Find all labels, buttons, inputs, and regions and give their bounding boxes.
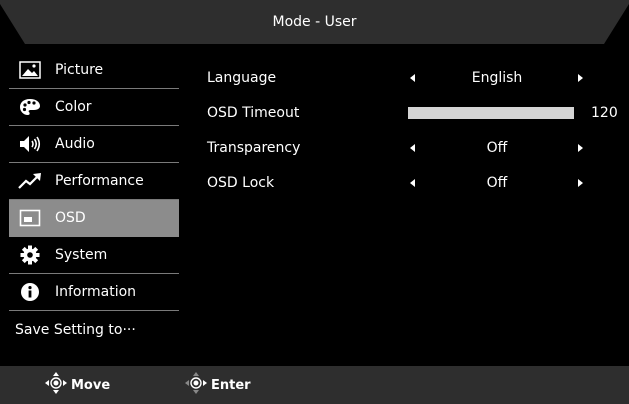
sidebar-item-label: Performance (55, 173, 144, 189)
move-label: Move (71, 377, 111, 393)
arrow-right-icon[interactable] (578, 143, 583, 152)
osd-window-icon (17, 207, 43, 229)
sidebar-item-label: OSD (55, 210, 86, 226)
setting-label: OSD Timeout (207, 104, 300, 121)
sidebar-item-label: Color (55, 99, 92, 115)
sidebar-item-performance[interactable]: Performance (9, 163, 179, 200)
save-setting-button[interactable]: Save Setting to··· (9, 311, 179, 348)
slider-value: 120 (591, 104, 618, 121)
slider-fill (408, 106, 574, 119)
palette-icon (17, 96, 43, 118)
footer-move-hint: Move (44, 366, 110, 404)
setting-row-language[interactable]: Language English (207, 60, 617, 95)
gear-icon (17, 244, 43, 266)
settings-panel: Language English OSD Timeout 120 Transpa… (207, 60, 618, 200)
setting-row-osd-timeout[interactable]: OSD Timeout 120 (207, 95, 618, 130)
setting-label: Language (207, 69, 277, 86)
setting-value: Off (486, 139, 508, 156)
setting-label: Transparency (207, 139, 301, 156)
sidebar-item-label: Picture (55, 62, 104, 78)
osd-menu: Mode - User Picture Color Audio Performa… (0, 0, 629, 404)
setting-label: OSD Lock (207, 174, 275, 191)
mode-title: Mode - User (272, 14, 357, 30)
sidebar-item-label: System (55, 247, 108, 263)
header-bar: Mode - User (0, 0, 629, 44)
arrow-left-icon[interactable] (410, 73, 415, 82)
save-setting-label: Save Setting to··· (15, 321, 136, 338)
footer-enter-hint: Enter (184, 366, 251, 404)
sidebar-item-label: Audio (55, 136, 95, 152)
arrow-right-icon[interactable] (578, 178, 583, 187)
sidebar-item-picture[interactable]: Picture (9, 52, 179, 89)
enter-button-icon (184, 371, 208, 399)
arrow-left-icon[interactable] (410, 143, 415, 152)
setting-value: Off (486, 174, 508, 191)
footer-bar: Move Enter (0, 366, 629, 404)
four-way-nav-icon (44, 371, 68, 399)
speaker-icon (17, 133, 43, 155)
setting-row-osd-lock[interactable]: OSD Lock Off (207, 165, 617, 200)
info-icon (17, 281, 43, 303)
setting-row-transparency[interactable]: Transparency Off (207, 130, 617, 165)
osd-timeout-slider[interactable] (408, 106, 574, 119)
sidebar: Picture Color Audio Performance OSD Syst… (9, 52, 179, 348)
setting-value: English (471, 69, 523, 86)
sidebar-item-osd[interactable]: OSD (9, 200, 179, 237)
sidebar-item-information[interactable]: Information (9, 274, 179, 311)
sidebar-item-label: Information (55, 284, 137, 300)
sidebar-item-system[interactable]: System (9, 237, 179, 274)
trend-arrow-icon (17, 170, 43, 192)
enter-label: Enter (211, 377, 251, 393)
picture-icon (17, 59, 43, 81)
sidebar-item-color[interactable]: Color (9, 89, 179, 126)
arrow-right-icon[interactable] (578, 73, 583, 82)
arrow-left-icon[interactable] (410, 178, 415, 187)
sidebar-item-audio[interactable]: Audio (9, 126, 179, 163)
